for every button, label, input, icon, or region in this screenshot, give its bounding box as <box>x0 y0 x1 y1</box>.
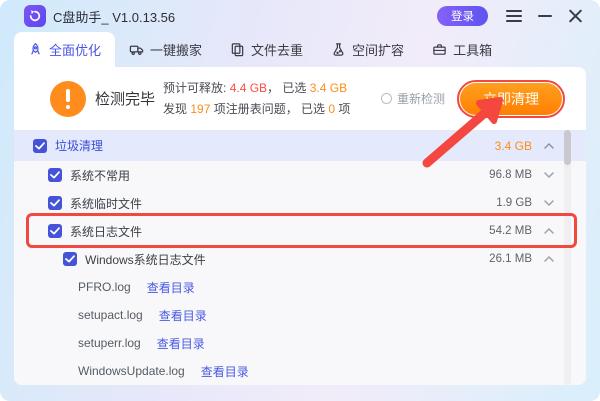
app-window: C盘助手_ V1.0.13.56 登录 全面优化 一键搬家 文件去重 <box>0 0 600 401</box>
view-directory-link[interactable]: 查看目录 <box>201 363 249 380</box>
clean-now-button[interactable]: 立即清理 <box>460 83 562 115</box>
app-title: C盘助手_ V1.0.13.56 <box>53 7 175 26</box>
stats-line-releasable: 预计可释放: 4.4 GB， 已选 3.4 GB <box>163 78 350 99</box>
toolbox-icon <box>432 42 447 57</box>
chevron-up-icon[interactable] <box>542 228 556 234</box>
scrollbar-thumb[interactable] <box>564 130 571 165</box>
tab-label: 空间扩容 <box>352 40 404 59</box>
recheck-button[interactable]: 重新检测 <box>381 90 445 107</box>
rocket-icon <box>28 42 43 57</box>
row-size: 54.2 MB <box>489 225 532 237</box>
main-panel: 检测完毕 预计可释放: 4.4 GB， 已选 3.4 GB 发现 197 项注册… <box>14 67 586 385</box>
checkbox[interactable] <box>63 252 77 266</box>
duplicate-files-icon <box>230 42 245 57</box>
title-bar: C盘助手_ V1.0.13.56 登录 <box>0 0 600 32</box>
checkbox[interactable] <box>48 168 62 182</box>
selected-size: 3.4 GB <box>310 81 347 95</box>
chevron-up-icon[interactable] <box>542 256 556 262</box>
menu-icon[interactable] <box>506 10 522 22</box>
row-label: 系统日志文件 <box>70 223 142 240</box>
view-directory-link[interactable]: 查看目录 <box>157 335 205 352</box>
registry-issues-count: 197 <box>190 102 210 116</box>
view-directory-link[interactable]: 查看目录 <box>159 307 207 324</box>
flask-icon <box>331 42 346 57</box>
list-row-windows-logs[interactable]: Windows系统日志文件 26.1 MB <box>14 245 586 273</box>
recheck-circle-icon <box>381 93 392 104</box>
log-file-name: PFRO.log <box>78 280 131 294</box>
scrollbar[interactable] <box>564 130 571 385</box>
truck-icon <box>129 42 144 57</box>
stats-line-registry: 发现 197 项注册表问题， 已选 0 项 <box>163 99 350 120</box>
list-row-setupact-log: setupact.log 查看目录 <box>14 301 586 329</box>
minimize-icon[interactable] <box>538 15 552 17</box>
chevron-down-icon[interactable] <box>542 200 556 206</box>
log-file-name: setupact.log <box>78 308 143 322</box>
row-label: 系统临时文件 <box>70 195 142 212</box>
chevron-down-icon[interactable] <box>542 172 556 178</box>
tab-label: 文件去重 <box>251 40 303 59</box>
row-size: 96.8 MB <box>489 169 532 181</box>
checkbox[interactable] <box>48 224 62 238</box>
log-file-name: WindowsUpdate.log <box>78 364 185 378</box>
list-row-system-unused[interactable]: 系统不常用 96.8 MB <box>14 161 586 189</box>
list-row-garbage-clean[interactable]: 垃圾清理 3.4 GB <box>14 130 586 161</box>
log-file-name: setuperr.log <box>78 336 141 350</box>
clean-button-wrap: 立即清理 <box>460 83 562 115</box>
row-size: 1.9 GB <box>496 197 532 209</box>
row-label: 垃圾清理 <box>55 137 103 154</box>
app-logo-icon <box>24 5 46 27</box>
chevron-up-icon[interactable] <box>542 143 556 149</box>
tab-file-dedupe[interactable]: 文件去重 <box>216 32 317 67</box>
checkbox[interactable] <box>33 139 47 153</box>
scan-stats: 预计可释放: 4.4 GB， 已选 3.4 GB 发现 197 项注册表问题， … <box>163 78 350 120</box>
row-label: Windows系统日志文件 <box>85 251 206 268</box>
cleanup-list: 垃圾清理 3.4 GB 系统不常用 96.8 MB 系统临时文件 1.9 GB <box>14 130 586 385</box>
warning-icon <box>50 81 86 117</box>
login-button[interactable]: 登录 <box>437 6 488 26</box>
tab-one-key-move[interactable]: 一键搬家 <box>115 32 216 67</box>
checkbox[interactable] <box>48 196 62 210</box>
tab-label: 一键搬家 <box>150 40 202 59</box>
tab-label: 工具箱 <box>453 40 492 59</box>
view-directory-link[interactable]: 查看目录 <box>147 279 195 296</box>
scan-summary: 检测完毕 预计可释放: 4.4 GB， 已选 3.4 GB 发现 197 项注册… <box>14 67 586 130</box>
tab-toolbox[interactable]: 工具箱 <box>418 32 506 67</box>
recheck-label: 重新检测 <box>397 90 445 107</box>
tab-bar: 全面优化 一键搬家 文件去重 空间扩容 工具箱 <box>14 32 506 67</box>
tab-label: 全面优化 <box>49 40 101 59</box>
tab-full-optimize[interactable]: 全面优化 <box>14 32 115 67</box>
row-size: 3.4 GB <box>495 139 532 153</box>
close-icon[interactable] <box>568 8 584 24</box>
list-row-pfro-log: PFRO.log 查看目录 <box>14 273 586 301</box>
list-row-system-logs[interactable]: 系统日志文件 54.2 MB <box>14 217 586 245</box>
releasable-size: 4.4 GB <box>230 81 267 95</box>
row-label: 系统不常用 <box>70 167 130 184</box>
scan-status: 检测完毕 <box>95 88 155 109</box>
list-row-windowsupdate-log: WindowsUpdate.log 查看目录 <box>14 357 586 385</box>
list-row-system-temp[interactable]: 系统临时文件 1.9 GB <box>14 189 586 217</box>
row-size: 26.1 MB <box>489 253 532 265</box>
list-row-setuperr-log: setuperr.log 查看目录 <box>14 329 586 357</box>
tab-space-expand[interactable]: 空间扩容 <box>317 32 418 67</box>
